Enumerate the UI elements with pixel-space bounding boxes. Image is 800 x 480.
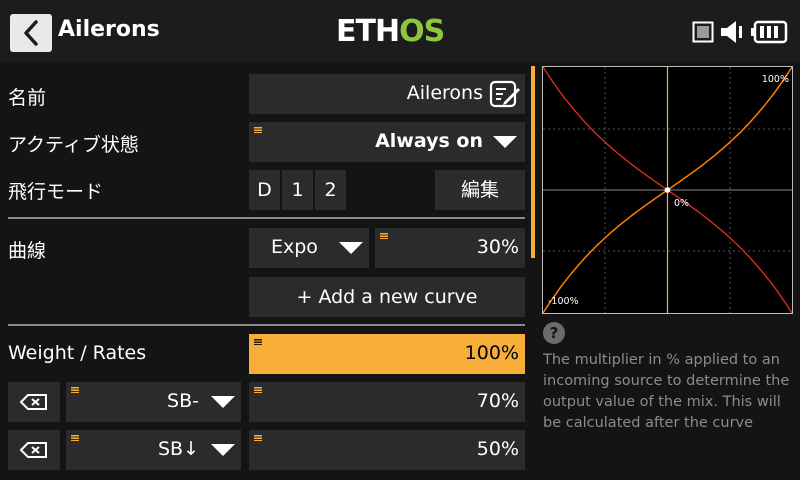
battery-icon — [751, 20, 788, 44]
rate-value-field[interactable]: 70% — [249, 382, 525, 422]
speaker-icon — [721, 21, 742, 43]
sd-card-icon — [692, 21, 714, 43]
chevron-left-icon — [24, 20, 38, 46]
edit-flight-modes-button[interactable]: 編集 — [435, 170, 525, 210]
weight-label: Weight / Rates — [8, 342, 147, 364]
weight-field[interactable]: 100% — [249, 334, 525, 374]
section-divider — [8, 217, 525, 219]
curve-center-point — [664, 187, 671, 193]
rate-value: 70% — [476, 390, 519, 412]
page-title: Ailerons — [58, 17, 160, 42]
help-icon[interactable]: ? — [543, 322, 565, 344]
source-marker-icon — [254, 127, 262, 133]
curve-value: 30% — [476, 236, 519, 258]
rate-source-select[interactable]: SB↓ — [66, 430, 241, 470]
curve-graph: 100% 0% -100% — [542, 66, 793, 314]
flight-mode-2[interactable]: 2 — [315, 170, 346, 210]
rate-source-select[interactable]: SB- — [66, 382, 241, 422]
backspace-icon — [19, 442, 47, 458]
graph-min-label: -100% — [548, 296, 579, 307]
curve-type-value: Expo — [271, 236, 318, 258]
source-marker-icon — [71, 387, 79, 393]
curve-type-select[interactable]: Expo — [249, 228, 369, 268]
curve-label: 曲線 — [8, 240, 47, 262]
source-marker-icon — [254, 339, 262, 345]
back-button[interactable] — [10, 14, 52, 52]
rate-source-value: SB↓ — [157, 438, 199, 460]
active-condition-select[interactable]: Always on — [249, 122, 525, 162]
chevron-down-icon — [339, 242, 363, 254]
edit-icon — [489, 80, 520, 108]
source-marker-icon — [254, 435, 262, 441]
flight-mode-label: 飛行モード — [8, 181, 104, 203]
curve-value-field[interactable]: 30% — [375, 228, 525, 268]
rate-source-value: SB- — [167, 390, 199, 412]
delete-rate-button[interactable] — [8, 382, 60, 422]
flight-mode-d[interactable]: D — [249, 170, 280, 210]
ethos-logo: ETHOS — [336, 14, 445, 49]
section-divider — [8, 324, 525, 326]
delete-rate-button[interactable] — [8, 430, 60, 470]
add-curve-button[interactable]: + Add a new curve — [249, 277, 525, 317]
logo-accent: OS — [399, 14, 445, 49]
source-marker-icon — [71, 435, 79, 441]
active-label: アクティブ状態 — [8, 134, 139, 156]
source-marker-icon — [254, 387, 262, 393]
name-label: 名前 — [8, 87, 47, 109]
chevron-down-icon — [211, 396, 235, 408]
chevron-down-icon — [493, 136, 517, 148]
flight-mode-1[interactable]: 1 — [282, 170, 313, 210]
curve-graph-canvas: 100% 0% -100% — [542, 66, 793, 314]
name-field[interactable]: Ailerons — [249, 74, 525, 114]
graph-max-label: 100% — [762, 74, 789, 85]
weight-value: 100% — [464, 342, 519, 364]
name-value: Ailerons — [406, 82, 483, 104]
help-text: The multiplier in % applied to an incomi… — [543, 352, 790, 431]
graph-center-label: 0% — [674, 198, 689, 209]
source-marker-icon — [380, 233, 388, 239]
active-value: Always on — [375, 130, 483, 152]
rate-value-field[interactable]: 50% — [249, 430, 525, 470]
status-icons — [692, 20, 788, 44]
chevron-down-icon — [211, 444, 235, 456]
header-bar: Ailerons ETHOS — [0, 0, 800, 62]
scrollbar[interactable] — [531, 66, 535, 258]
logo-main: ETH — [336, 14, 400, 49]
rate-value: 50% — [476, 438, 519, 460]
backspace-icon — [19, 394, 47, 410]
